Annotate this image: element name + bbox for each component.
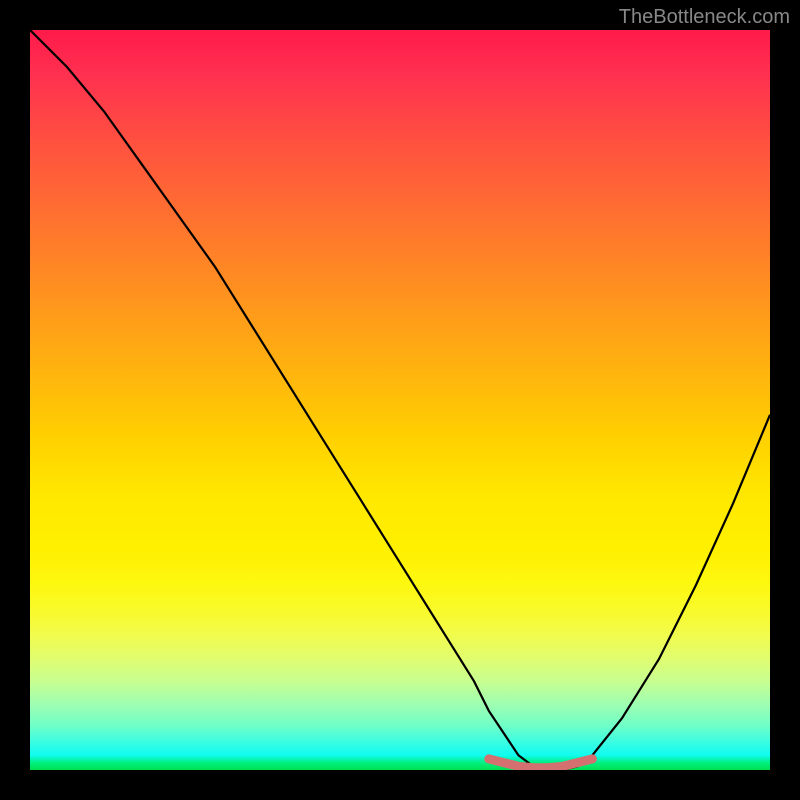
watermark-text: TheBottleneck.com [619, 6, 790, 29]
optimal-region-marker [489, 759, 593, 768]
chart-container: TheBottleneck.com [0, 0, 800, 800]
main-curve [30, 30, 770, 770]
curve-svg [30, 30, 770, 770]
plot-area [30, 30, 770, 770]
